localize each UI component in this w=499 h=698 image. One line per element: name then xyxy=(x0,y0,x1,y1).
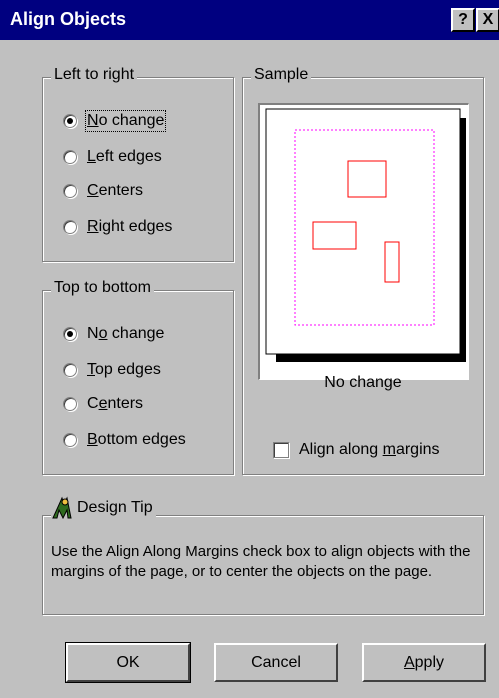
ltr-radio-no-change[interactable]: No change xyxy=(63,108,167,134)
dialog-title: Align Objects xyxy=(10,9,127,29)
ltr-radio-left-edges[interactable]: Left edges xyxy=(63,144,162,170)
apply-button[interactable]: Apply xyxy=(362,643,486,682)
ttb-radio-centers-button[interactable] xyxy=(63,397,77,411)
ok-button[interactable]: OK xyxy=(65,642,191,683)
sample-caption: No change xyxy=(324,374,402,391)
ltr-radio-right-edges-label[interactable]: Right edges xyxy=(87,218,172,236)
ltr-radio-no-change-label[interactable]: No change xyxy=(84,110,167,132)
ltr-radio-right-edges[interactable]: Right edges xyxy=(63,214,172,240)
radio-dot xyxy=(67,118,73,124)
design-tip-legend: Design Tip xyxy=(77,499,153,516)
ltr-radio-right-edges-button[interactable] xyxy=(63,220,77,234)
ttb-radio-no-change-label[interactable]: No change xyxy=(87,325,164,343)
sample-legend: Sample xyxy=(251,66,312,84)
sample-group: Sample No change Align along margins xyxy=(242,66,484,475)
ttb-radio-centers[interactable]: Centers xyxy=(63,391,143,417)
ltr-radio-left-edges-label[interactable]: Left edges xyxy=(87,148,162,166)
ltr-radio-left-edges-button[interactable] xyxy=(63,150,77,164)
ttb-radio-no-change[interactable]: No change xyxy=(63,321,164,347)
radio-dot xyxy=(67,331,73,337)
left-to-right-legend: Left to right xyxy=(51,66,138,84)
ttb-radio-top-edges[interactable]: Top edges xyxy=(63,357,161,383)
title-bar: Align Objects ? X xyxy=(0,0,499,40)
help-button[interactable]: ? xyxy=(451,8,475,32)
design-tip-icon xyxy=(52,496,72,520)
ltr-radio-no-change-button[interactable] xyxy=(63,114,77,128)
ttb-radio-top-edges-label[interactable]: Top edges xyxy=(87,361,161,379)
close-button[interactable]: X xyxy=(476,8,499,32)
align-margins-checkbox[interactable] xyxy=(273,442,289,458)
align-margins-checkbox-row[interactable]: Align along margins xyxy=(273,437,440,463)
left-to-right-group: Left to right No change Left edges Cente… xyxy=(42,66,234,262)
ltr-radio-centers-button[interactable] xyxy=(63,184,77,198)
sample-preview xyxy=(265,108,466,362)
ttb-radio-no-change-button[interactable] xyxy=(63,327,77,341)
cancel-button[interactable]: Cancel xyxy=(214,643,338,682)
design-tip-group: Design Tip Use the Align Along Margins c… xyxy=(42,496,484,615)
ttb-radio-centers-label[interactable]: Centers xyxy=(87,395,143,413)
design-tip-header: Design Tip xyxy=(51,496,156,520)
sample-preview-frame xyxy=(258,103,469,380)
ttb-radio-bottom-edges-button[interactable] xyxy=(63,433,77,447)
ltr-radio-centers-label[interactable]: Centers xyxy=(87,182,143,200)
top-to-bottom-group: Top to bottom No change Top edges Center… xyxy=(42,279,234,475)
ltr-radio-centers[interactable]: Centers xyxy=(63,178,143,204)
align-margins-label[interactable]: Align along margins xyxy=(299,441,440,459)
ttb-radio-top-edges-button[interactable] xyxy=(63,363,77,377)
ttb-radio-bottom-edges-label[interactable]: Bottom edges xyxy=(87,431,186,449)
top-to-bottom-legend: Top to bottom xyxy=(51,279,154,297)
align-objects-dialog: Align Objects ? X Left to right No chang… xyxy=(0,0,499,698)
design-tip-text: Use the Align Along Margins check box to… xyxy=(51,543,471,580)
ttb-radio-bottom-edges[interactable]: Bottom edges xyxy=(63,427,186,453)
